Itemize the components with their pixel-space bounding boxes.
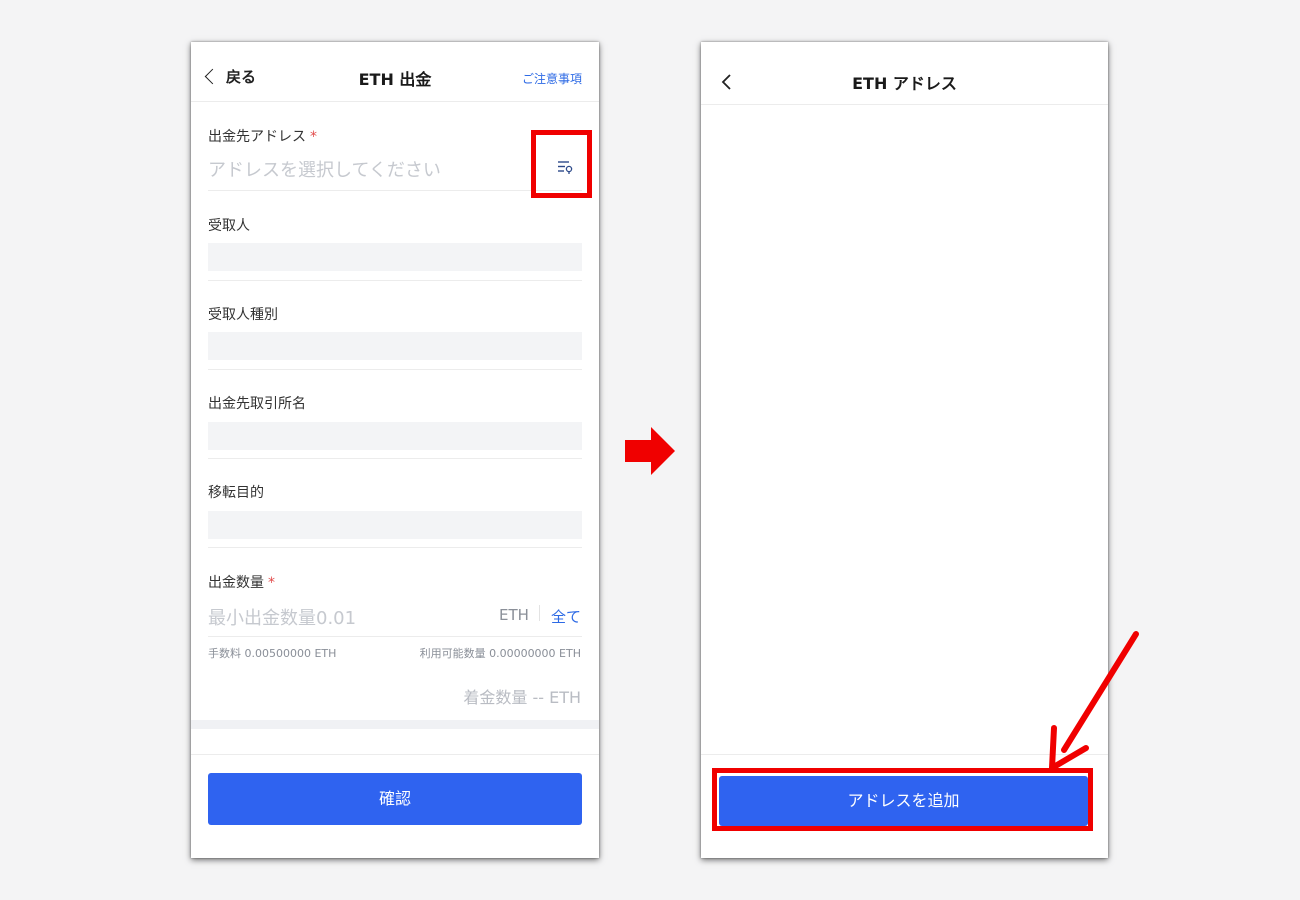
all-button[interactable]: 全て [551, 606, 581, 627]
available-text: 利用可能数量 0.00000000 ETH [419, 647, 581, 660]
page-title: ETH アドレス [852, 74, 957, 93]
confirm-button[interactable]: 確認 [208, 773, 582, 825]
recipient-type-label: 受取人種別 [208, 307, 278, 323]
notice-link[interactable]: ご注意事項 [522, 70, 582, 87]
bottom-divider [191, 754, 599, 755]
divider [208, 636, 582, 637]
required-mark: * [268, 575, 275, 591]
divider [208, 369, 582, 370]
transfer-purpose-label: 移転目的 [208, 485, 264, 501]
address-book-icon[interactable] [557, 159, 573, 175]
amount-input[interactable]: 最小出金数量0.01 [208, 604, 356, 630]
exchange-name-label: 出金先取引所名 [208, 396, 306, 412]
withdraw-screen: 戻る ETH 出金 ご注意事項 出金先アドレス * アドレスを選択してください 受… [191, 42, 599, 858]
exchange-name-input[interactable] [208, 422, 582, 450]
recipient-type-input[interactable] [208, 332, 582, 360]
required-mark: * [310, 129, 317, 145]
amount-label: 出金数量 * [208, 572, 275, 592]
transfer-purpose-input[interactable] [208, 511, 582, 539]
address-label: 出金先アドレス * [208, 126, 317, 146]
arrow-right-icon [625, 427, 675, 475]
divider [208, 458, 582, 459]
recipient-input[interactable] [208, 243, 582, 271]
received-amount: 着金数量 -- ETH [463, 688, 581, 707]
section-band [191, 720, 599, 729]
add-address-button[interactable]: アドレスを追加 [719, 776, 1088, 826]
address-label-text: 出金先アドレス [208, 129, 306, 145]
header: ETH アドレス [701, 42, 1108, 105]
separator [539, 605, 540, 621]
amount-label-text: 出金数量 [208, 575, 264, 591]
divider [208, 280, 582, 281]
pointer-arrow-icon [1049, 631, 1139, 771]
address-input[interactable]: アドレスを選択してください [208, 156, 441, 182]
fee-text: 手数料 0.00500000 ETH [208, 647, 337, 660]
amount-unit: ETH [499, 606, 529, 624]
header: 戻る ETH 出金 ご注意事項 [191, 42, 599, 102]
divider [208, 190, 582, 191]
divider [208, 547, 582, 548]
recipient-label: 受取人 [208, 218, 250, 234]
